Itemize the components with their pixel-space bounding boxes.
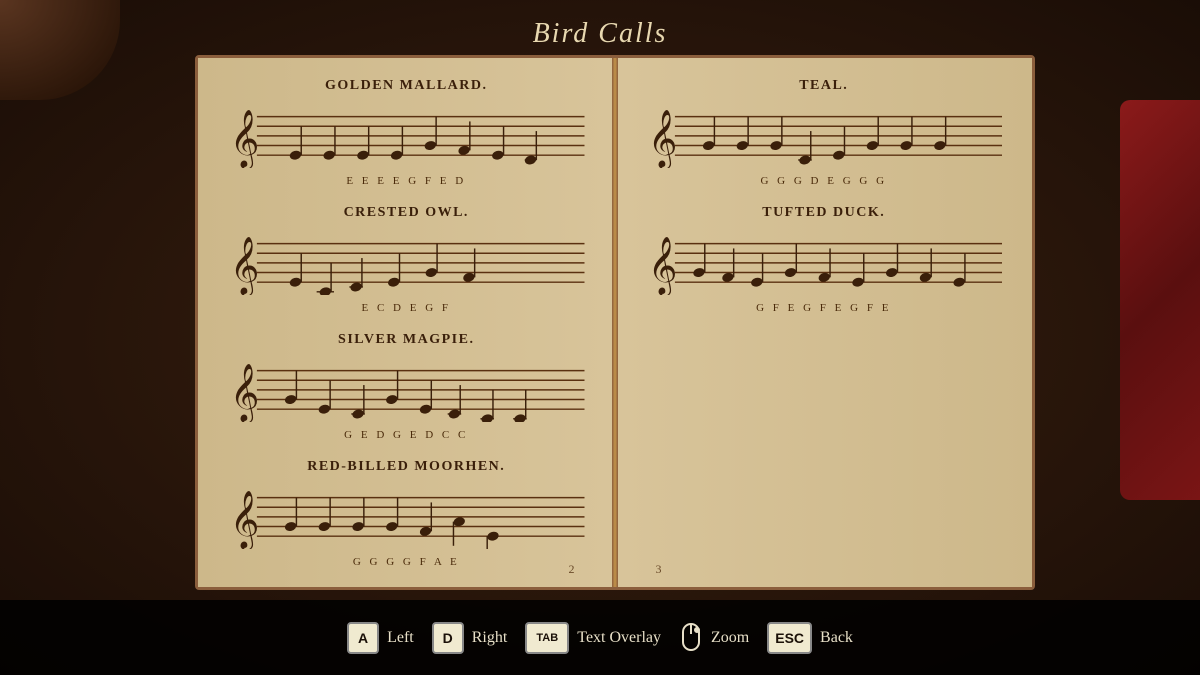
bird-entry-teal: Teal. 𝄞 bbox=[646, 78, 1003, 187]
label-zoom: Zoom bbox=[711, 629, 749, 647]
key-d[interactable]: D bbox=[432, 622, 464, 654]
page-number-right: 3 bbox=[656, 562, 662, 577]
book: Golden Mallard. 𝄞 bbox=[195, 55, 1035, 590]
svg-text:𝄞: 𝄞 bbox=[230, 110, 260, 168]
bird-entry-tufted-duck: Tufted Duck. 𝄞 bbox=[646, 205, 1003, 314]
key-esc[interactable]: ESC bbox=[767, 622, 812, 654]
label-back: Back bbox=[820, 629, 853, 647]
label-right: Right bbox=[472, 629, 508, 647]
control-left: A Left bbox=[347, 622, 414, 654]
bird-name-silver-magpie: Silver Magpie. bbox=[228, 332, 585, 348]
bird-entry-red-billed-moorhen: Red-Billed Moorhen. 𝄞 bbox=[228, 459, 585, 568]
bird-name-red-billed-moorhen: Red-Billed Moorhen. bbox=[228, 459, 585, 475]
page-number-left: 2 bbox=[569, 562, 575, 577]
control-back: ESC Back bbox=[767, 622, 853, 654]
book-spine bbox=[612, 58, 618, 587]
control-right: D Right bbox=[432, 622, 508, 654]
page-title: Bird Calls bbox=[0, 18, 1200, 50]
staff-silver-magpie: 𝄞 bbox=[228, 352, 585, 422]
staff-crested-owl: 𝄞 bbox=[228, 225, 585, 295]
notes-crested-owl: E C D E G F bbox=[228, 302, 585, 314]
svg-text:𝄞: 𝄞 bbox=[230, 364, 260, 422]
page-left: Golden Mallard. 𝄞 bbox=[198, 58, 616, 587]
notes-tufted-duck: G F E G F E G F E bbox=[646, 302, 1003, 314]
bird-name-tufted-duck: Tufted Duck. bbox=[646, 205, 1003, 221]
bird-entry-crested-owl: Crested Owl. 𝄞 bbox=[228, 205, 585, 314]
controls-bar: A Left D Right TAB Text Overlay Zoom ESC… bbox=[0, 600, 1200, 675]
notes-silver-magpie: G E D G E D C C bbox=[228, 429, 585, 441]
svg-text:𝄞: 𝄞 bbox=[647, 110, 677, 168]
notes-red-billed-moorhen: G G G G F A E bbox=[228, 556, 585, 568]
bird-entry-golden-mallard: Golden Mallard. 𝄞 bbox=[228, 78, 585, 187]
notes-golden-mallard: E E E E G F E D bbox=[228, 175, 585, 187]
label-text-overlay: Text Overlay bbox=[577, 629, 661, 647]
bird-name-golden-mallard: Golden Mallard. bbox=[228, 78, 585, 94]
key-tab[interactable]: TAB bbox=[525, 622, 569, 654]
page-right: Teal. 𝄞 bbox=[616, 58, 1033, 587]
staff-golden-mallard: 𝄞 bbox=[228, 98, 585, 168]
notes-teal: G G G D E G G G bbox=[646, 175, 1003, 187]
staff-red-billed-moorhen: 𝄞 bbox=[228, 479, 585, 549]
cloth-decoration bbox=[1120, 100, 1200, 500]
bird-name-crested-owl: Crested Owl. bbox=[228, 205, 585, 221]
control-text-overlay: TAB Text Overlay bbox=[525, 622, 661, 654]
mouse-icon bbox=[679, 622, 703, 654]
svg-text:𝄞: 𝄞 bbox=[647, 237, 677, 295]
bird-entry-silver-magpie: Silver Magpie. 𝄞 bbox=[228, 332, 585, 441]
staff-teal: 𝄞 bbox=[646, 98, 1003, 168]
bird-name-teal: Teal. bbox=[646, 78, 1003, 94]
label-left: Left bbox=[387, 629, 414, 647]
key-a[interactable]: A bbox=[347, 622, 379, 654]
svg-text:𝄞: 𝄞 bbox=[230, 237, 260, 295]
control-zoom: Zoom bbox=[679, 622, 749, 654]
svg-text:𝄞: 𝄞 bbox=[230, 491, 260, 549]
staff-tufted-duck: 𝄞 bbox=[646, 225, 1003, 295]
